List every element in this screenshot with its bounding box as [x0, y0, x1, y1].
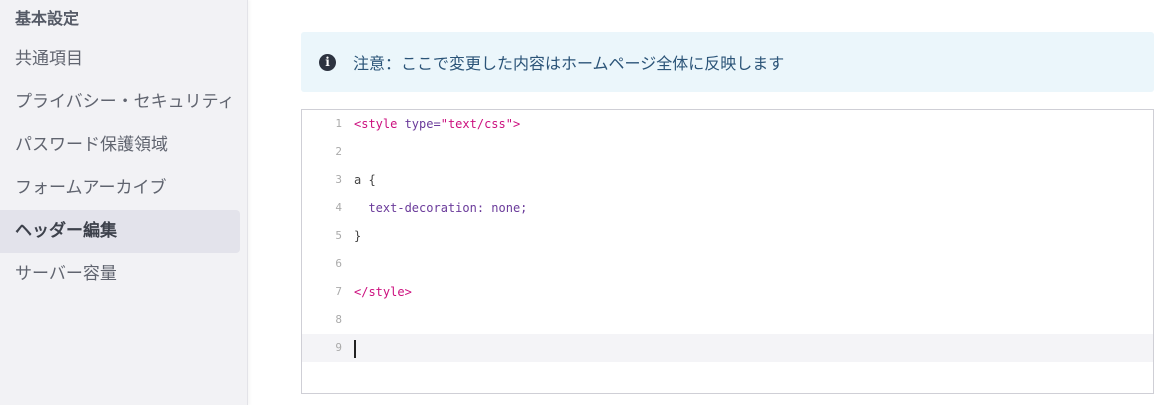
notice-alert: i 注意：ここで変更した内容はホームページ全体に反映します — [301, 32, 1154, 92]
code-text — [354, 334, 356, 362]
code-line[interactable]: 2 — [302, 138, 1153, 166]
text-caret — [354, 339, 356, 358]
line-number: 3 — [335, 173, 342, 186]
code-text: text-decoration: none; — [354, 194, 527, 222]
info-icon: i — [319, 53, 336, 71]
code-line-current[interactable]: 9 — [302, 334, 1153, 362]
sidebar-item-server-capacity[interactable]: サーバー容量 — [0, 253, 240, 296]
sidebar-item-privacy-security[interactable]: プライバシー・セキュリティ — [0, 81, 240, 124]
sidebar-nav: 共通項目 プライバシー・セキュリティ パスワード保護領域 フォームアーカイブ ヘ… — [0, 38, 240, 296]
line-number: 1 — [335, 117, 342, 130]
code-text: } — [354, 229, 362, 243]
code-text: <style type="text/css"> — [354, 110, 520, 138]
code-token-tag: <style — [354, 117, 398, 131]
code-text: a { — [354, 173, 376, 187]
code-line[interactable]: 8 — [302, 306, 1153, 334]
line-number: 5 — [335, 229, 342, 242]
code-token-value: : none; — [476, 201, 528, 215]
sidebar-item-password-protected-area[interactable]: パスワード保護領域 — [0, 124, 240, 167]
code-line[interactable]: 4 text-decoration: none; — [302, 194, 1153, 222]
code-token-property: text-decoration — [354, 201, 477, 215]
sidebar: 基本設定 共通項目 プライバシー・セキュリティ パスワード保護領域 フォームアー… — [0, 0, 248, 405]
code-line[interactable]: 3 a { — [302, 166, 1153, 194]
code-line[interactable]: 7 </style> — [302, 278, 1153, 306]
sidebar-item-common[interactable]: 共通項目 — [0, 38, 240, 81]
line-number: 7 — [335, 285, 342, 298]
code-token-tag-close: > — [512, 117, 521, 131]
code-text: </style> — [354, 285, 412, 299]
notice-message: 注意：ここで変更した内容はホームページ全体に反映します — [353, 54, 785, 73]
main-content: i 注意：ここで変更した内容はホームページ全体に反映します 1 <style t… — [248, 0, 1165, 405]
code-editor[interactable]: 1 <style type="text/css"> 2 3 a { 4 text… — [301, 109, 1154, 394]
line-number: 4 — [335, 201, 342, 214]
code-line[interactable]: 6 — [302, 250, 1153, 278]
sidebar-section-title: 基本設定 — [15, 9, 80, 28]
code-line[interactable]: 5 } — [302, 222, 1153, 250]
sidebar-item-form-archive[interactable]: フォームアーカイブ — [0, 167, 240, 210]
line-number: 2 — [335, 145, 342, 158]
line-number: 9 — [335, 341, 342, 354]
sidebar-item-header-edit[interactable]: ヘッダー編集 — [0, 210, 240, 253]
code-token-string: "text/css" — [440, 117, 513, 131]
code-token-attr: type= — [397, 117, 441, 131]
line-number: 6 — [335, 257, 342, 270]
line-number: 8 — [335, 313, 342, 326]
code-line[interactable]: 1 <style type="text/css"> — [302, 110, 1153, 138]
